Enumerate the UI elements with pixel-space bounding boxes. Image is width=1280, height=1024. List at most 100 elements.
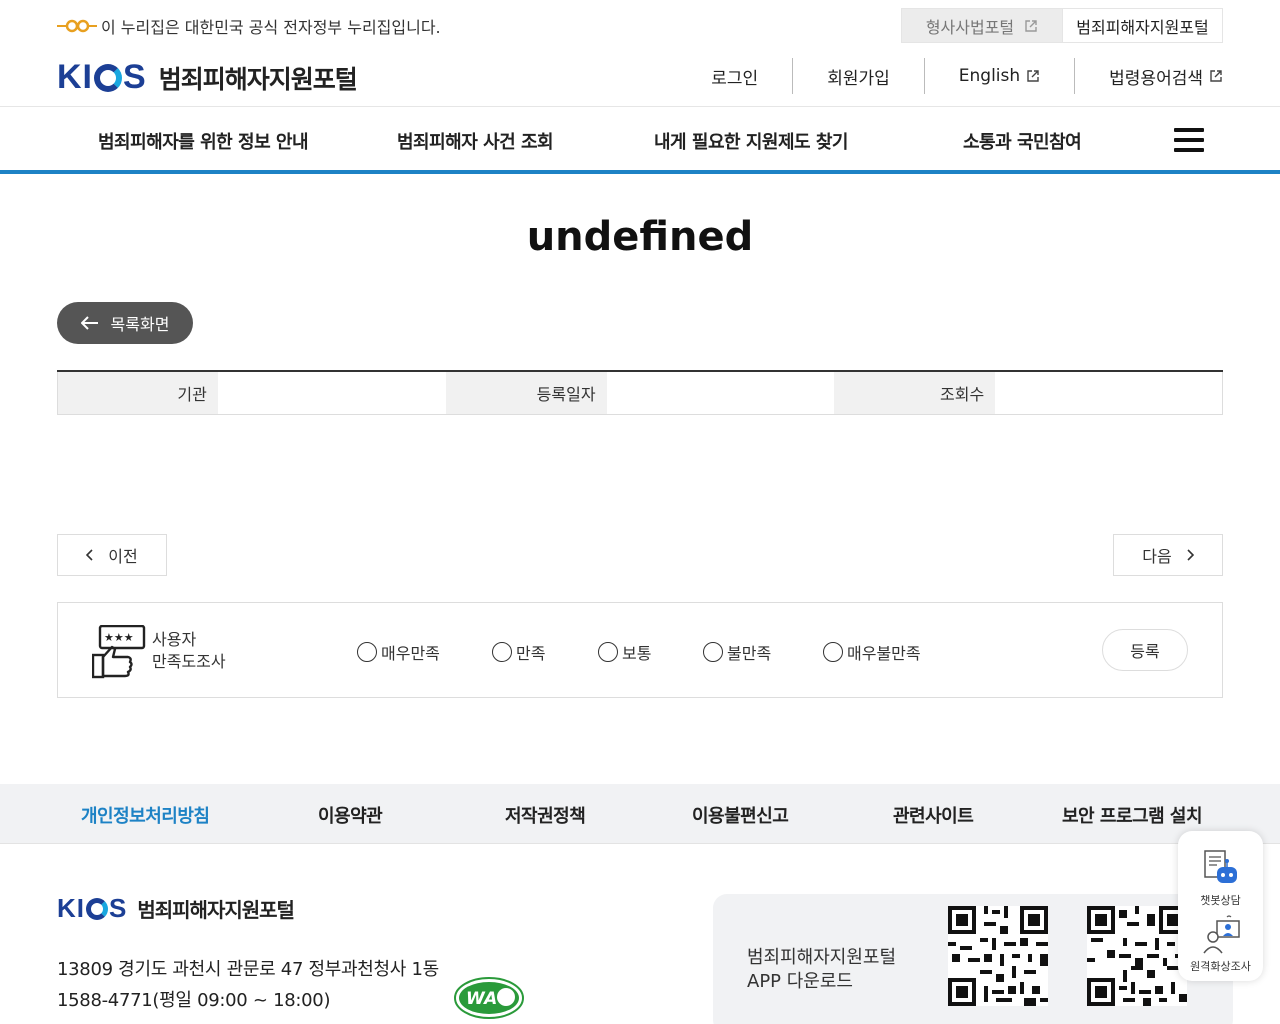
app-label-line1: 범죄피해자지원포털	[747, 947, 897, 968]
legal-term-label: 법령용어검색	[1109, 68, 1203, 89]
main-nav: 범죄피해자를 위한 정보 안내 범죄피해자 사건 조회 내게 필요한 지원제도 …	[0, 107, 1280, 174]
external-link-icon	[1027, 70, 1039, 82]
gov-notice: 이 누리집은 대한민국 공식 전자정부 누리집입니다.	[57, 14, 441, 38]
footer-report-link[interactable]: 이용불편신고	[692, 802, 789, 828]
survey-label-line1: 사용자	[152, 630, 197, 649]
footer-brand-name: 범죄피해자지원포털	[137, 898, 295, 922]
radio-label: 만족	[516, 644, 546, 663]
web-accessibility-mark-icon: WA	[454, 977, 524, 1019]
radio-label: 매우불만족	[847, 644, 921, 663]
brand-name: 범죄피해자지원포털	[158, 64, 358, 94]
prev-button[interactable]: 이전	[57, 534, 167, 576]
egov-logo-icon	[57, 19, 97, 33]
login-link[interactable]: 로그인	[677, 58, 792, 94]
footer-related-sites-link[interactable]: 관련사이트	[893, 802, 974, 828]
svg-text:★★★: ★★★	[104, 631, 134, 644]
page-title: undefined	[526, 214, 754, 260]
meta-org-value	[218, 372, 446, 414]
top-link-kics[interactable]: 형사사법포털	[901, 8, 1063, 43]
top-link-label: 형사사법포털	[925, 17, 1015, 37]
kics-logo-o	[86, 897, 108, 920]
english-label: English	[958, 66, 1021, 86]
login-label: 로그인	[711, 68, 759, 89]
kics-logo-o	[94, 63, 122, 92]
top-link-victim-portal[interactable]: 범죄피해자지원포털	[1063, 8, 1223, 43]
satisfaction-survey: ★★★ 사용자 만족도조사 매우만족 만족 보통 불만족 매우불만족 등록	[57, 602, 1223, 698]
kics-logo: KI S	[57, 58, 147, 96]
nav-case-lookup[interactable]: 범죄피해자 사건 조회	[397, 128, 554, 154]
radio-satisfied[interactable]: 만족	[492, 640, 545, 664]
prev-label: 이전	[108, 547, 138, 566]
app-download-box: 범죄피해자지원포털 APP 다운로드	[713, 894, 1233, 1024]
radio-dissatisfied[interactable]: 불만족	[703, 640, 771, 664]
meta-org-label: 기관	[57, 372, 218, 414]
radio-label: 보통	[622, 644, 652, 663]
footer-address-block: 13809 경기도 과천시 관문로 47 정부과천청사 1동 1588-4771…	[57, 954, 439, 1016]
remote-video-button[interactable]: 원격화상조사	[1178, 915, 1263, 974]
meta-views-value	[995, 372, 1224, 414]
survey-label-line2: 만족도조사	[152, 652, 226, 671]
radio-neutral[interactable]: 보통	[598, 640, 651, 664]
radio-circle[interactable]	[598, 642, 618, 662]
next-button[interactable]: 다음	[1113, 534, 1223, 576]
footer-phone: 1588-4771(평일 09:00 ~ 18:00)	[57, 990, 331, 1011]
survey-submit-button[interactable]: 등록	[1102, 629, 1188, 671]
radio-label: 매우만족	[381, 644, 440, 663]
survey-thumbs-up-icon: ★★★	[92, 625, 146, 679]
app-label-line2: APP 다운로드	[747, 971, 853, 992]
chatbot-button[interactable]: 챗봇상담	[1178, 849, 1263, 908]
gov-notice-text: 이 누리집은 대한민국 공식 전자정부 누리집입니다.	[101, 18, 441, 37]
chevron-left-icon	[86, 549, 93, 561]
svg-text:WA: WA	[466, 989, 497, 1009]
nav-participation[interactable]: 소통과 국민참여	[963, 128, 1082, 154]
meta-date-value	[607, 372, 835, 414]
meta-date-label: 등록일자	[445, 372, 607, 414]
radio-label: 불만족	[727, 644, 772, 663]
gov-banner: 이 누리집은 대한민국 공식 전자정부 누리집입니다. 형사사법포털 범죄피해자…	[0, 0, 1280, 50]
signup-link[interactable]: 회원가입	[792, 58, 924, 94]
arrow-left-icon	[80, 316, 98, 330]
footer-kics-logo: KI S	[57, 893, 128, 923]
util-nav: 로그인 회원가입 English 법령용어검색	[677, 58, 1223, 94]
nav-support-finder[interactable]: 내게 필요한 지원제도 찾기	[654, 128, 848, 154]
footer-address: 13809 경기도 과천시 관문로 47 정부과천청사 1동	[57, 959, 439, 980]
footer-copyright-link[interactable]: 저작권정책	[505, 802, 586, 828]
video-call-icon	[1202, 915, 1240, 954]
external-link-icon	[1210, 70, 1222, 82]
header: KI S 범죄피해자지원포털 로그인 회원가입 English 법령용어검색	[0, 50, 1280, 107]
hamburger-menu-icon[interactable]	[1174, 128, 1204, 152]
chatbot-label: 챗봇상담	[1200, 894, 1241, 907]
chatbot-icon	[1203, 850, 1237, 883]
signup-label: 회원가입	[827, 68, 890, 89]
survey-label: 사용자 만족도조사	[152, 629, 226, 673]
radio-circle[interactable]	[823, 642, 843, 662]
radio-circle[interactable]	[492, 642, 512, 662]
brand-logo[interactable]: KI S 범죄피해자지원포털	[57, 58, 358, 97]
footer-brand: KI S 범죄피해자지원포털	[57, 893, 295, 924]
android-qr-code-icon[interactable]	[948, 906, 1048, 1006]
back-to-list-button[interactable]: 목록화면	[57, 302, 193, 344]
footer-security-program-link[interactable]: 보안 프로그램 설치	[1062, 802, 1203, 828]
english-link[interactable]: English	[923, 58, 1074, 94]
remote-video-label: 원격화상조사	[1190, 960, 1251, 973]
legal-term-search-link[interactable]: 법령용어검색	[1074, 58, 1223, 94]
ios-qr-code-icon[interactable]	[1087, 906, 1187, 1006]
top-link-label: 범죄피해자지원포털	[1076, 17, 1209, 37]
meta-views-label: 조회수	[834, 372, 996, 414]
top-links: 형사사법포털 범죄피해자지원포털	[901, 8, 1223, 43]
radio-very-dissatisfied[interactable]: 매우불만족	[823, 640, 921, 664]
radio-circle[interactable]	[357, 642, 377, 662]
next-label: 다음	[1142, 547, 1172, 566]
floating-quick-buttons: 챗봇상담 원격화상조사	[1178, 831, 1263, 981]
back-button-label: 목록화면	[110, 315, 170, 334]
app-download-label: 범죄피해자지원포털 APP 다운로드	[747, 946, 896, 994]
footer-terms-link[interactable]: 이용약관	[318, 802, 383, 828]
external-link-icon	[1025, 19, 1037, 32]
radio-circle[interactable]	[703, 642, 723, 662]
meta-table: 기관 등록일자 조회수	[57, 370, 1224, 415]
nav-info-guide[interactable]: 범죄피해자를 위한 정보 안내	[98, 128, 309, 154]
footer-nav: 개인정보처리방침 이용약관 저작권정책 이용불편신고 관련사이트 보안 프로그램…	[0, 784, 1280, 844]
chevron-right-icon	[1187, 549, 1194, 561]
footer-privacy-link[interactable]: 개인정보처리방침	[81, 802, 210, 828]
radio-very-satisfied[interactable]: 매우만족	[357, 640, 440, 664]
